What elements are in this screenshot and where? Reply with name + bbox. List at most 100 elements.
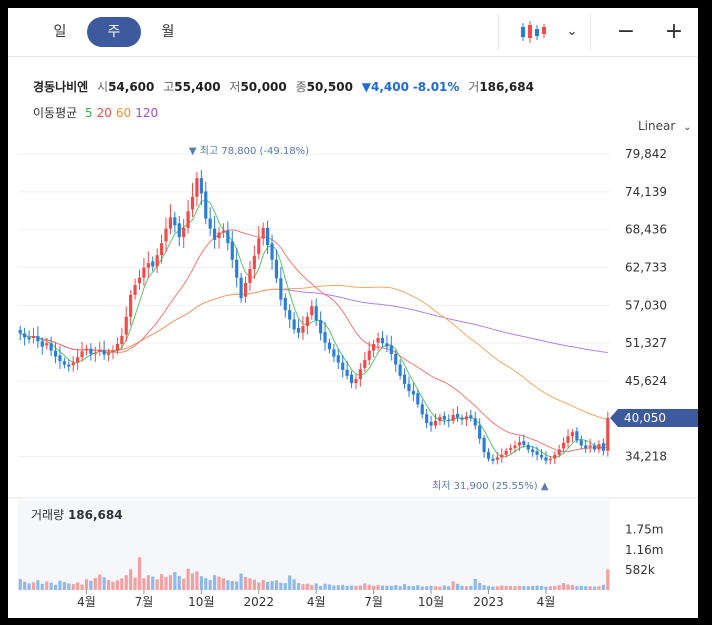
volume-bar bbox=[548, 586, 552, 590]
volume-bar bbox=[575, 586, 579, 590]
candle-body bbox=[601, 443, 605, 451]
candle-body bbox=[358, 369, 362, 380]
volume-bar bbox=[478, 583, 482, 590]
candle-body bbox=[486, 452, 491, 459]
candle-body bbox=[279, 278, 283, 300]
candle-body bbox=[257, 238, 261, 255]
volume-bar bbox=[248, 578, 252, 590]
candle-body bbox=[102, 349, 106, 355]
x-axis-label: 4월 bbox=[537, 595, 556, 609]
candle-body bbox=[429, 421, 433, 426]
volume-tick-label: 582k bbox=[625, 563, 655, 577]
candle-body bbox=[186, 211, 190, 228]
volume-bar bbox=[155, 579, 159, 590]
volume-bar bbox=[226, 580, 230, 590]
candle-body bbox=[120, 336, 124, 344]
candle-body bbox=[504, 450, 508, 455]
candle-body bbox=[544, 457, 548, 461]
candle-body bbox=[27, 337, 31, 340]
candle-body bbox=[482, 437, 486, 453]
price-tick-label: 74,139 bbox=[625, 185, 667, 199]
x-axis-label: 4월 bbox=[307, 595, 326, 609]
volume-title-value: 186,684 bbox=[67, 508, 123, 522]
volume-bar bbox=[252, 579, 256, 590]
volume-bar bbox=[341, 584, 345, 590]
candle-body bbox=[592, 445, 597, 450]
price-tick-label: 51,327 bbox=[625, 336, 667, 350]
price-tick-label: 68,436 bbox=[625, 223, 667, 237]
volume-bar bbox=[45, 581, 49, 590]
candle-body bbox=[288, 310, 292, 320]
volume-bar bbox=[562, 583, 566, 590]
volume-bar bbox=[579, 585, 583, 590]
candle-body bbox=[575, 431, 579, 441]
candle-body bbox=[341, 362, 345, 370]
volume-bar bbox=[522, 586, 526, 590]
volume-bar bbox=[376, 585, 380, 590]
candle-body bbox=[93, 353, 97, 355]
candle-body bbox=[270, 243, 274, 260]
volume-bar bbox=[288, 575, 292, 590]
volume-bar bbox=[491, 586, 495, 590]
x-axis-label: 10월 bbox=[188, 595, 214, 609]
candle-body bbox=[301, 326, 305, 333]
volume-bar bbox=[451, 581, 455, 590]
volume-bar bbox=[398, 586, 402, 590]
candle-body bbox=[420, 404, 424, 415]
volume-bar bbox=[283, 583, 287, 590]
chart-panel: 일 주 월 ⌄ − + 경동나비엔 시54,600 고55,400 저50,00… bbox=[8, 8, 698, 618]
candle-body bbox=[23, 333, 27, 338]
candle-body bbox=[111, 350, 115, 352]
candle-body bbox=[345, 369, 349, 376]
volume-bar bbox=[27, 583, 31, 590]
price-tick-label: 62,733 bbox=[625, 260, 667, 274]
candle-body bbox=[473, 418, 477, 426]
volume-bar bbox=[420, 586, 424, 590]
volume-bar bbox=[509, 585, 513, 590]
price-tick-label: 45,624 bbox=[625, 374, 667, 388]
volume-bar bbox=[36, 580, 40, 590]
volume-bar bbox=[71, 584, 75, 590]
volume-bar bbox=[168, 575, 173, 590]
price-tick-label: 57,030 bbox=[625, 298, 667, 312]
x-axis-label: 7월 bbox=[364, 595, 383, 609]
candle-body bbox=[425, 414, 429, 423]
volume-bar bbox=[429, 585, 433, 590]
volume-bar bbox=[380, 585, 385, 590]
price-chart[interactable]: 79,842 74,139 68,436 62,733 57,030 51,327 45,6… bbox=[8, 8, 698, 618]
volume-bar bbox=[455, 583, 460, 590]
volume-bar bbox=[98, 574, 102, 590]
candle-body bbox=[190, 196, 195, 210]
volume-bar bbox=[517, 585, 522, 590]
volume-bar bbox=[394, 585, 398, 590]
volume-bar bbox=[23, 581, 27, 590]
volume-bar bbox=[257, 582, 261, 590]
volume-bar bbox=[345, 585, 349, 590]
candle-body bbox=[319, 320, 323, 334]
volume-bar bbox=[182, 578, 186, 590]
volume-bar bbox=[270, 581, 274, 590]
candle-body bbox=[539, 454, 544, 458]
candle-body bbox=[53, 350, 58, 357]
x-axis-label: 2023 bbox=[473, 595, 504, 609]
volume-bar bbox=[513, 586, 517, 590]
candle-body bbox=[407, 383, 411, 392]
volume-bar bbox=[486, 585, 491, 590]
volume-bar bbox=[367, 584, 371, 590]
volume-bar bbox=[274, 580, 279, 590]
volume-bar bbox=[597, 586, 601, 590]
candle-body bbox=[517, 442, 522, 446]
x-axis-label: 2022 bbox=[244, 595, 275, 609]
volume-bar bbox=[544, 586, 548, 590]
candle-body bbox=[239, 277, 243, 299]
candle-body bbox=[31, 336, 36, 338]
volume-bar bbox=[49, 582, 53, 590]
candle-body bbox=[296, 327, 301, 333]
candle-body bbox=[478, 425, 482, 439]
current-price-label: 40,050 bbox=[624, 411, 666, 425]
candle-body bbox=[58, 355, 62, 362]
volume-bar bbox=[592, 586, 597, 590]
volume-title: 거래량 bbox=[31, 508, 65, 522]
candle-body bbox=[389, 345, 393, 354]
candle-body bbox=[314, 306, 318, 321]
